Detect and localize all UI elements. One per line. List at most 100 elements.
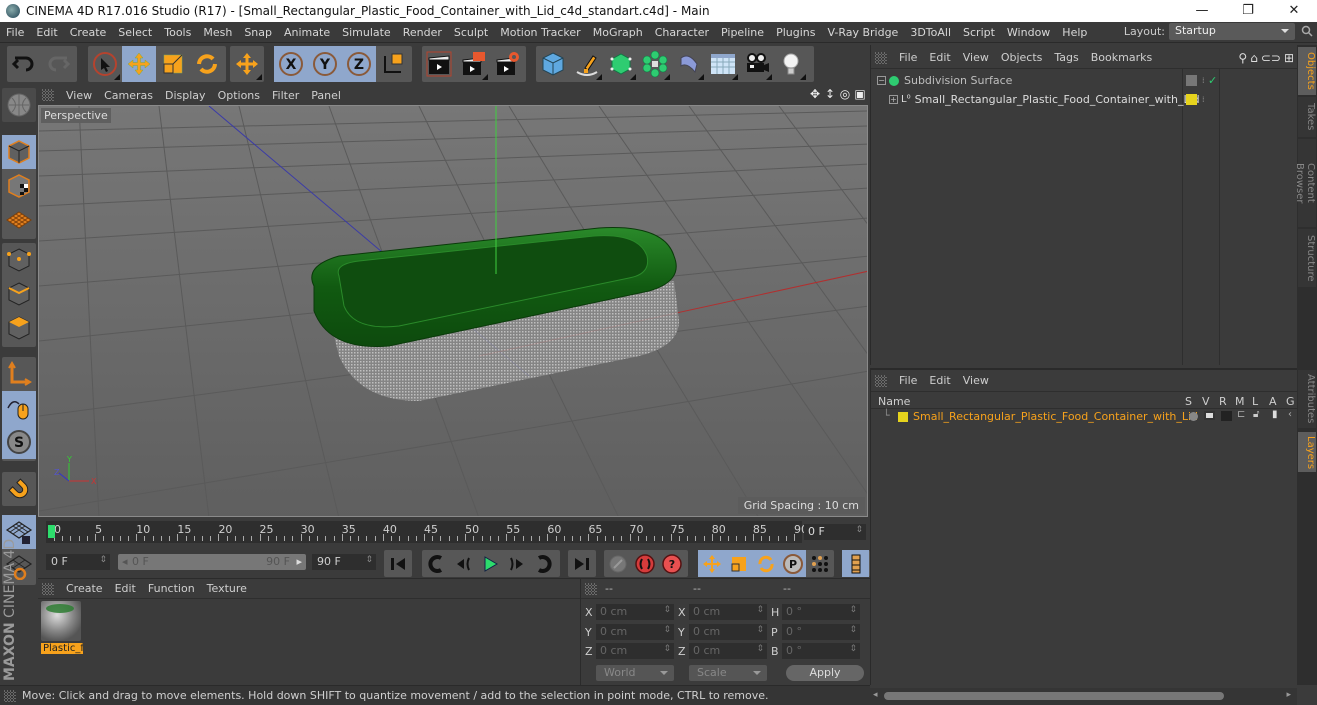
- layer-color-icon[interactable]: [1186, 94, 1197, 105]
- column-generators[interactable]: G: [1286, 395, 1295, 408]
- menu-mesh[interactable]: Mesh: [197, 26, 238, 39]
- viewport-menu-options[interactable]: Options: [212, 89, 266, 102]
- add-floor-button[interactable]: [706, 46, 740, 82]
- frame-range-slider[interactable]: ◂ 0 F 90 F ▸: [118, 554, 306, 570]
- expand-icon[interactable]: +: [889, 95, 898, 104]
- key-rotation-button[interactable]: [752, 550, 779, 577]
- menu-file[interactable]: File: [0, 26, 30, 39]
- link-icon[interactable]: ⊂⊃: [1261, 51, 1281, 65]
- layer-row[interactable]: └ Small_Rectangular_Plastic_Food_Contain…: [871, 409, 1298, 426]
- position-y-field[interactable]: 0 cm: [596, 624, 674, 640]
- render-settings-button[interactable]: [490, 46, 524, 82]
- position-x-field[interactable]: 0 cm: [596, 604, 674, 620]
- object-menu-view[interactable]: View: [957, 51, 995, 64]
- viewport-menu-cameras[interactable]: Cameras: [98, 89, 159, 102]
- manager-toggle-icon[interactable]: ⊏: [1237, 409, 1245, 420]
- prev-frame-button[interactable]: [449, 550, 476, 577]
- go-to-start-button[interactable]: [384, 550, 411, 577]
- add-camera-button[interactable]: [740, 46, 774, 82]
- add-deformer-button[interactable]: [672, 46, 706, 82]
- layout-dropdown[interactable]: Startup: [1169, 23, 1295, 40]
- rotation-b-field[interactable]: 0 °: [782, 643, 860, 659]
- drag-grip-icon[interactable]: [875, 51, 887, 64]
- y-axis-lock-button[interactable]: Y: [308, 46, 342, 82]
- object-row[interactable]: + L⁰ Small_Rectangular_Plastic_Food_Cont…: [871, 90, 1298, 109]
- rotation-p-field[interactable]: 0 °: [782, 624, 860, 640]
- tab-layers[interactable]: Layers: [1298, 432, 1316, 472]
- move-tool-button[interactable]: [122, 46, 156, 82]
- menu-motion-tracker[interactable]: Motion Tracker: [494, 26, 586, 39]
- key-scale-button[interactable]: [725, 550, 752, 577]
- x-axis-lock-button[interactable]: X: [274, 46, 308, 82]
- generators-toggle-icon[interactable]: ‹: [1288, 409, 1292, 420]
- render-view-button[interactable]: [422, 46, 456, 82]
- tab-structure[interactable]: Structure: [1298, 229, 1316, 287]
- home-icon[interactable]: ⌂: [1250, 51, 1258, 65]
- position-z-field[interactable]: 0 cm: [596, 643, 674, 659]
- tab-content-browser[interactable]: Content Browser: [1294, 139, 1316, 227]
- points-mode-button[interactable]: [2, 243, 36, 277]
- menu-3dtoall[interactable]: 3DToAll: [904, 26, 957, 39]
- tab-objects[interactable]: Objects: [1298, 47, 1316, 95]
- viewport-menu-panel[interactable]: Panel: [305, 89, 347, 102]
- material-menu-texture[interactable]: Texture: [201, 582, 253, 595]
- z-axis-lock-button[interactable]: Z: [342, 46, 376, 82]
- column-solo[interactable]: S: [1185, 395, 1192, 408]
- menu-script[interactable]: Script: [957, 26, 1001, 39]
- material-menu-function[interactable]: Function: [142, 582, 201, 595]
- column-render[interactable]: R: [1219, 395, 1227, 408]
- prev-key-button[interactable]: [422, 550, 449, 577]
- object-menu-bookmarks[interactable]: Bookmarks: [1085, 51, 1158, 64]
- dolly-icon[interactable]: ↕: [824, 88, 836, 100]
- add-light-button[interactable]: [774, 46, 808, 82]
- menu-select[interactable]: Select: [112, 26, 158, 39]
- layer-horizontal-scrollbar[interactable]: ◂ ▸: [870, 688, 1297, 705]
- animation-toggle-icon[interactable]: ▮: [1272, 409, 1278, 420]
- minimize-button[interactable]: —: [1179, 0, 1225, 22]
- material-menu-edit[interactable]: Edit: [109, 582, 142, 595]
- layer-menu-view[interactable]: View: [957, 374, 995, 387]
- layer-color-swatch[interactable]: [898, 412, 908, 422]
- menu-snap[interactable]: Snap: [238, 26, 278, 39]
- menu-character[interactable]: Character: [649, 26, 715, 39]
- collapse-icon[interactable]: −: [877, 76, 886, 85]
- menu-edit[interactable]: Edit: [30, 26, 63, 39]
- column-animation[interactable]: A: [1269, 395, 1277, 408]
- material-swatch[interactable]: Plastic_f: [41, 601, 83, 657]
- visible-toggle-icon[interactable]: [1204, 411, 1215, 420]
- menu-create[interactable]: Create: [64, 26, 113, 39]
- timeline-window-button[interactable]: [842, 550, 869, 577]
- autokey-button[interactable]: [631, 550, 658, 577]
- object-row[interactable]: − Subdivision Surface ⁞ ✓: [871, 71, 1298, 90]
- recent-tool-button[interactable]: [230, 46, 264, 82]
- object-menu-file[interactable]: File: [893, 51, 923, 64]
- texture-mode-button[interactable]: [2, 169, 36, 203]
- render-toggle-icon[interactable]: [1221, 411, 1232, 421]
- search-icon[interactable]: [1301, 25, 1313, 37]
- size-y-field[interactable]: 0 cm: [689, 624, 767, 640]
- current-frame-field[interactable]: 0 F: [804, 524, 866, 540]
- menu-pipeline[interactable]: Pipeline: [715, 26, 770, 39]
- next-key-button[interactable]: [530, 550, 557, 577]
- scroll-right-icon[interactable]: ▸: [1286, 690, 1291, 700]
- playhead[interactable]: [48, 525, 55, 538]
- workplane-mode-button[interactable]: [2, 203, 36, 237]
- add-cloner-button[interactable]: [638, 46, 672, 82]
- axis-mode-button[interactable]: [2, 357, 36, 391]
- layer-menu-edit[interactable]: Edit: [923, 374, 956, 387]
- drag-grip-icon[interactable]: [42, 89, 54, 101]
- next-frame-button[interactable]: [503, 550, 530, 577]
- column-name[interactable]: Name: [878, 395, 910, 408]
- viewport-menu-display[interactable]: Display: [159, 89, 212, 102]
- enabled-check-icon[interactable]: ✓: [1208, 74, 1217, 87]
- transform-mode-dropdown[interactable]: Scale: [689, 665, 767, 681]
- scroll-left-icon[interactable]: ◂: [873, 690, 878, 700]
- orbit-icon[interactable]: ◎: [839, 88, 851, 100]
- redo-button[interactable]: [41, 46, 75, 82]
- size-x-field[interactable]: 0 cm: [689, 604, 767, 620]
- column-locked[interactable]: L: [1252, 395, 1258, 408]
- add-cube-button[interactable]: [536, 46, 570, 82]
- perspective-viewport[interactable]: Y X Z Perspective Grid Spacing : 10 cm: [38, 105, 868, 517]
- close-button[interactable]: ✕: [1271, 0, 1317, 22]
- menu-sculpt[interactable]: Sculpt: [448, 26, 494, 39]
